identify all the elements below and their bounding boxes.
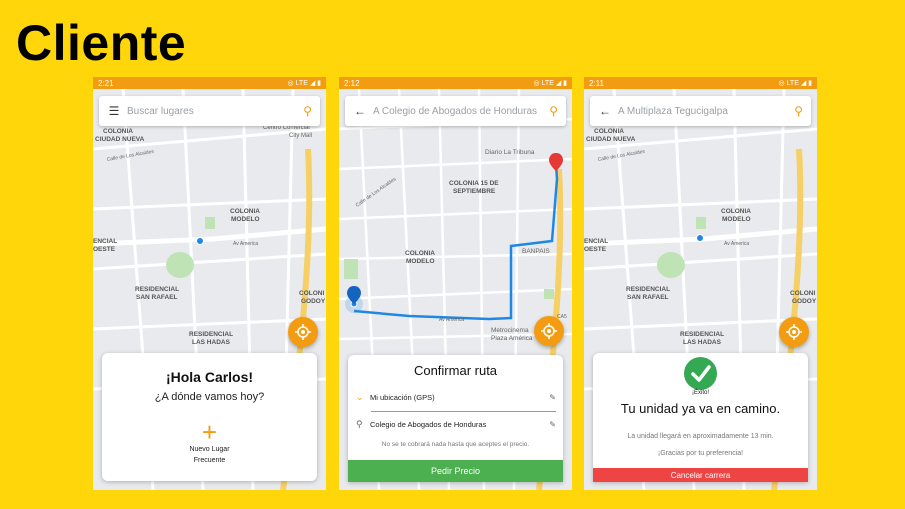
arrow-back-icon[interactable]: ←	[598, 104, 612, 118]
status-time: 2:11	[589, 78, 604, 88]
svg-text:COLONIA: COLONIA	[230, 208, 260, 215]
status-bar: 2:21 ◎ LTE ◢ ▮	[93, 77, 326, 89]
new-place-label: Nuevo Lugar	[189, 446, 230, 453]
success-card: ¡Éxito! Tu unidad ya va en camino. La un…	[593, 353, 808, 482]
origin-text: Mi ubicación (GPS)	[370, 392, 435, 402]
svg-text:COLONIA: COLONIA	[721, 208, 751, 215]
svg-text:RESIDENCIAL: RESIDENCIAL	[680, 331, 724, 338]
locate-me-button[interactable]	[534, 316, 564, 346]
page-title: Cliente	[16, 15, 187, 71]
price-note: No se te cobrará nada hasta que aceptes …	[381, 441, 530, 448]
phone-screen-success: 2:11 ◎ LTE ◢ ▮ COLONIA CIUDAD NUEVA Call…	[584, 77, 817, 490]
thanks-text: ¡Gracias por tu preferencia!	[657, 450, 744, 457]
svg-text:SEPTIEMBRE: SEPTIEMBRE	[453, 188, 496, 195]
svg-text:SAN RAFAEL: SAN RAFAEL	[627, 294, 669, 301]
svg-text:GODOY: GODOY	[792, 298, 817, 305]
arrow-back-icon[interactable]: ←	[353, 104, 367, 118]
destination-text: Colegio de Abogados de Honduras	[370, 419, 487, 429]
status-icons: ◎ LTE ◢ ▮	[778, 80, 813, 87]
svg-text:OESTE: OESTE	[584, 246, 607, 253]
svg-text:LAS HADAS: LAS HADAS	[192, 339, 231, 346]
svg-text:BANPAIS: BANPAIS	[522, 248, 550, 255]
svg-text:COLONIA: COLONIA	[594, 128, 624, 135]
success-label: ¡Éxito!	[691, 390, 709, 396]
svg-text:LAS HADAS: LAS HADAS	[683, 339, 722, 346]
svg-text:CIUDAD NUEVA: CIUDAD NUEVA	[586, 136, 636, 143]
svg-text:MODELO: MODELO	[231, 216, 260, 223]
confirm-route-card: Confirmar ruta ⌄ Mi ubicación (GPS) ✎ ⚲ …	[348, 355, 563, 482]
map-label-ciudad-nueva: COLONIA	[103, 128, 133, 135]
svg-text:Plaza América: Plaza América	[491, 335, 533, 342]
svg-text:GODOY: GODOY	[301, 298, 326, 305]
svg-text:ENCIAL: ENCIAL	[584, 238, 608, 245]
new-frequent-place-button[interactable]: + Nuevo Lugar Frecuente	[102, 417, 317, 465]
status-icons: ◎ LTE ◢ ▮	[287, 80, 322, 87]
svg-text:ENCIAL: ENCIAL	[93, 238, 117, 245]
request-price-button[interactable]: Pedir Precio	[348, 460, 563, 482]
destination-input[interactable]: A Multiplaza Tegucigalpa	[618, 106, 794, 117]
svg-text:City Mall: City Mall	[289, 133, 312, 139]
svg-text:MODELO: MODELO	[406, 258, 435, 265]
svg-text:OESTE: OESTE	[93, 246, 116, 253]
search-bar[interactable]: ← A Multiplaza Tegucigalpa ⚲	[590, 96, 811, 126]
svg-text:RESIDENCIAL: RESIDENCIAL	[135, 286, 179, 293]
svg-text:Metrocinema: Metrocinema	[491, 327, 529, 334]
svg-text:SAN RAFAEL: SAN RAFAEL	[136, 294, 178, 301]
svg-text:COLONIA 15 DE: COLONIA 15 DE	[449, 180, 499, 187]
search-bar[interactable]: ☰ Buscar lugares ⚲	[99, 96, 320, 126]
search-icon[interactable]: ⚲	[794, 104, 803, 118]
status-bar: 2:12 ◎ LTE ◢ ▮	[339, 77, 572, 89]
search-icon[interactable]: ⚲	[549, 104, 558, 118]
search-icon[interactable]: ⚲	[303, 104, 312, 118]
plus-icon: +	[201, 417, 218, 447]
status-bar: 2:11 ◎ LTE ◢ ▮	[584, 77, 817, 89]
greeting: ¡Hola Carlos!	[165, 369, 254, 385]
confirm-route-title: Confirmar ruta	[413, 363, 498, 378]
destination-row[interactable]: ⚲ Colegio de Abogados de Honduras ✎	[356, 416, 556, 432]
status-time: 2:12	[344, 78, 360, 88]
destination-input[interactable]: A Colegio de Abogados de Honduras	[373, 106, 549, 117]
location-pin-icon: ⚲	[356, 418, 363, 429]
gps-icon	[541, 323, 557, 339]
eta-text: La unidad llegará en aproximadamente 13 …	[627, 433, 774, 440]
svg-text:Av America: Av America	[439, 317, 464, 323]
status-time: 2:21	[98, 78, 114, 88]
phone-screen-home: 2:21 ◎ LTE ◢ ▮ COLONIA CIUDAD NUEVA Cent…	[93, 77, 326, 490]
chevron-down-icon: ⌄	[356, 391, 364, 402]
svg-text:COLONI: COLONI	[790, 290, 815, 297]
svg-text:COLONIA: COLONIA	[405, 250, 435, 257]
destination-question: ¿A dónde vamos hoy?	[154, 391, 265, 403]
cancel-ride-button[interactable]: Cancelar carrera	[593, 468, 808, 482]
search-input[interactable]: Buscar lugares	[127, 106, 303, 117]
welcome-card: ¡Hola Carlos! ¿A dónde vamos hoy? + Nuev…	[102, 353, 317, 481]
svg-text:RESIDENCIAL: RESIDENCIAL	[189, 331, 233, 338]
svg-text:COLONI: COLONI	[299, 290, 324, 297]
svg-text:CIUDAD NUEVA: CIUDAD NUEVA	[95, 136, 145, 143]
phone-screen-confirm-route: 2:12 ◎ LTE ◢ ▮ Diario La Tribuna COLONIA…	[339, 77, 572, 490]
edit-icon[interactable]: ✎	[549, 393, 556, 402]
unit-on-way-text: Tu unidad ya va en camino.	[620, 401, 781, 416]
divider	[371, 411, 556, 412]
status-icons: ◎ LTE ◢ ▮	[533, 80, 568, 87]
menu-icon[interactable]: ☰	[107, 104, 121, 118]
locate-me-button[interactable]	[288, 317, 318, 347]
svg-text:RESIDENCIAL: RESIDENCIAL	[626, 286, 670, 293]
edit-icon[interactable]: ✎	[549, 420, 556, 429]
check-circle-icon	[684, 357, 717, 390]
svg-text:Av America: Av America	[724, 241, 749, 247]
origin-row[interactable]: ⌄ Mi ubicación (GPS) ✎	[356, 389, 556, 405]
frequent-label: Frecuente	[193, 457, 226, 464]
locate-me-button[interactable]	[779, 317, 809, 347]
svg-text:Diario La Tribuna: Diario La Tribuna	[485, 149, 535, 156]
gps-icon	[295, 324, 311, 340]
svg-text:MODELO: MODELO	[722, 216, 751, 223]
svg-text:Av America: Av America	[233, 241, 258, 247]
search-bar[interactable]: ← A Colegio de Abogados de Honduras ⚲	[345, 96, 566, 126]
gps-icon	[786, 324, 802, 340]
